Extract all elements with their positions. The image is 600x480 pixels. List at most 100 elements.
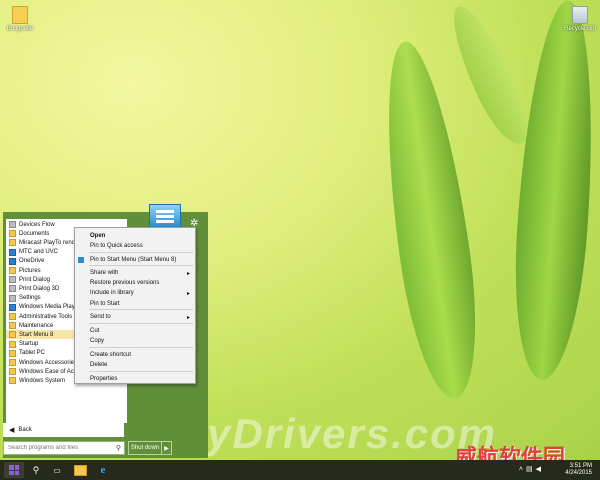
chevron-right-icon: ▸ (186, 270, 190, 277)
desktop-icon-recycle-bin[interactable]: Recycle Bin (560, 6, 600, 32)
folder-icon (9, 239, 16, 247)
chevron-up-icon[interactable]: ˄ (519, 466, 526, 473)
start-menu-item-label: Tablet PC (19, 350, 46, 357)
search-taskbar-button[interactable]: ⚲ (27, 462, 45, 478)
folder-icon (9, 349, 16, 357)
start-menu-item-label: Windows Media Player (19, 304, 81, 311)
context-menu-item[interactable]: Pin to Start Menu (Start Menu 8) (75, 255, 195, 265)
context-menu-item[interactable]: Create shortcut (75, 350, 195, 360)
chevron-left-icon: ◀ (9, 427, 15, 434)
folder-icon (9, 230, 16, 238)
context-menu-item-label: Pin to Quick access (90, 243, 143, 249)
context-menu-item-label: Pin to Start Menu (Start Menu 8) (90, 257, 177, 263)
context-menu-item[interactable]: Pin to Start (75, 299, 195, 309)
printer-icon (9, 276, 16, 284)
menu-separator (89, 265, 193, 266)
system-tray-icons[interactable]: ˄▤◀ (519, 465, 544, 473)
gear-icon (9, 221, 16, 228)
start-menu-item-label: Administrative Tools (19, 313, 73, 320)
start-menu-item-label: MTC and UVC (19, 249, 59, 256)
start-menu-item-label: Devices Flow (19, 221, 55, 228)
start-menu-item-label: Pictures (19, 267, 41, 274)
start-menu-item-label: Print Dialog (19, 276, 51, 283)
menu-separator (89, 309, 193, 310)
folder-icon (9, 267, 16, 274)
leaf-decoration (506, 0, 600, 382)
chevron-right-icon: ▸ (186, 314, 190, 321)
context-menu-item[interactable]: Include in library ▸ (75, 288, 195, 298)
context-menu-item[interactable]: Pin to Quick access (75, 241, 195, 251)
menu-separator (89, 371, 193, 372)
folder-icon (9, 340, 16, 348)
start-menu-item-label: Start Menu 8 (19, 331, 54, 338)
folder-icon (9, 322, 16, 330)
desktop-icon-label: Botiguelle (6, 26, 34, 32)
cloud-icon (9, 257, 16, 265)
start-menu-item-label: OneDrive (19, 258, 45, 265)
leaf-decoration (440, 0, 540, 152)
music-icon (9, 248, 16, 256)
desktop-icon-folder[interactable]: Botiguelle (0, 6, 40, 32)
menu-separator (89, 347, 193, 348)
task-view-icon: ▭ (53, 465, 61, 475)
clock-time: 3:51 PM (569, 463, 592, 469)
start-menu-item-label: Settings (19, 295, 41, 302)
start-menu-icon (78, 257, 84, 263)
clock-date: 4/24/2015 (565, 470, 592, 476)
chevron-right-icon: ▸ (186, 290, 190, 297)
back-button[interactable]: ◀ Back (3, 423, 124, 437)
context-menu-item[interactable]: Delete (75, 360, 195, 370)
folder-icon (12, 6, 28, 24)
start-menu-item-label: Windows Accessories (19, 359, 78, 366)
context-menu-item[interactable]: Open (75, 231, 195, 241)
context-menu-item-label: Include in library (90, 290, 134, 296)
context-menu-item-label: Copy (90, 338, 105, 344)
volume-icon[interactable]: ◀ (536, 466, 544, 473)
context-menu-item[interactable]: Properties (75, 374, 195, 384)
menu-separator (89, 252, 193, 253)
windows-logo-icon (9, 465, 19, 475)
media-icon (9, 303, 16, 311)
context-menu-item-label: Restore previous versions (90, 280, 160, 286)
start-button[interactable] (4, 462, 24, 478)
search-box[interactable]: ⚲ (3, 441, 125, 455)
gear-icon (9, 294, 16, 302)
context-menu-item-label: Share with (90, 270, 119, 276)
file-explorer-button[interactable] (71, 462, 89, 478)
start-menu-item-label: Documents (19, 230, 50, 237)
context-menu-item[interactable]: Restore previous versions (75, 278, 195, 288)
printer-icon (9, 285, 16, 293)
start-menu-item-label: Maintenance (19, 322, 54, 329)
context-menu: Open Pin to Quick access Pin to Start Menu… (74, 227, 196, 384)
start-menu-item-label: Startup (19, 341, 39, 348)
search-input[interactable] (4, 445, 116, 451)
shutdown-button[interactable]: Shut down ▶ (128, 441, 172, 455)
folder-icon (9, 313, 16, 320)
start-menu-item-label: Miracast PlayTo render (19, 239, 81, 246)
folder-icon (9, 377, 16, 385)
folder-icon (73, 464, 87, 476)
context-menu-item[interactable]: Cut (75, 326, 195, 336)
recycle-bin-icon (572, 6, 588, 24)
network-icon[interactable]: ▤ (526, 466, 536, 473)
back-label: Back (18, 427, 32, 433)
shutdown-label: Shut down (130, 445, 160, 451)
context-menu-item[interactable]: Send to ▸ (75, 312, 195, 322)
menu-separator (89, 323, 193, 324)
context-menu-item-label: Create shortcut (90, 352, 132, 358)
desktop-icon-label: Recycle Bin (564, 26, 596, 32)
watermark-site: MyDrivers.com (170, 410, 498, 457)
start-menu-item-label: Print Dialog 3D (19, 285, 60, 292)
user-picture-icon[interactable] (149, 204, 181, 228)
clock[interactable]: 3:51 PM 4/24/2015 (565, 463, 592, 477)
context-menu-item-label: Properties (90, 376, 118, 382)
context-menu-item[interactable]: Share with ▸ (75, 268, 195, 278)
internet-explorer-button[interactable]: e (94, 462, 112, 478)
leaf-decoration (370, 36, 490, 404)
task-view-button[interactable]: ▭ (48, 462, 66, 478)
chevron-right-icon[interactable]: ▶ (161, 442, 171, 454)
search-icon[interactable]: ⚲ (116, 444, 121, 452)
context-menu-item-label: Cut (90, 328, 100, 334)
context-menu-item-label: Pin to Start (90, 301, 120, 307)
context-menu-item[interactable]: Copy (75, 336, 195, 346)
